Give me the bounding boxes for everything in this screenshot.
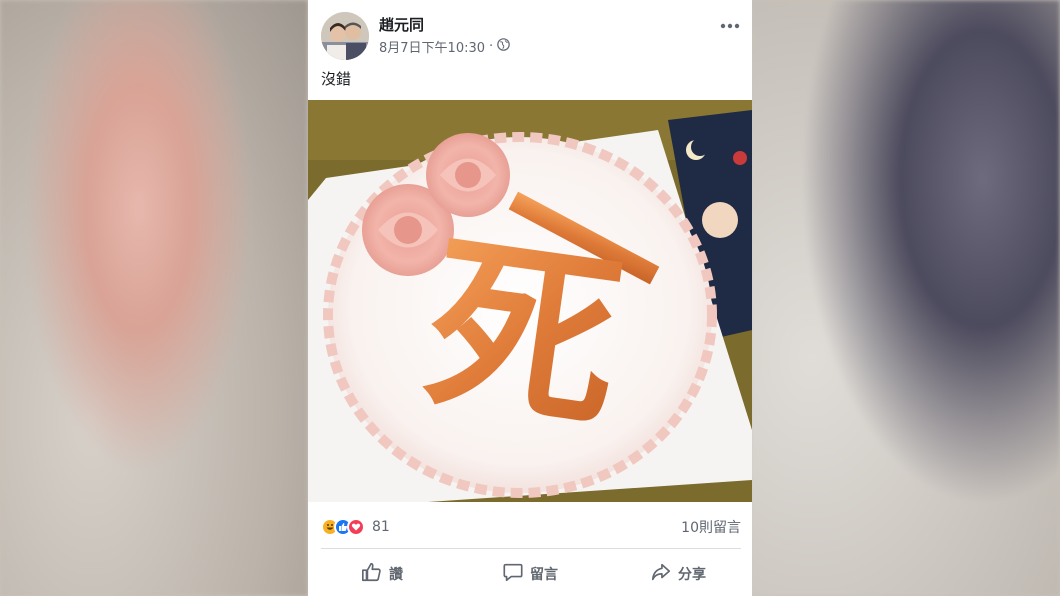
divider xyxy=(321,548,741,549)
avatar[interactable] xyxy=(321,12,369,60)
reaction-icons[interactable] xyxy=(321,518,365,536)
love-icon xyxy=(347,518,365,536)
post-meta: 8月7日下午10:30 · xyxy=(379,37,510,56)
share-button[interactable]: 分享 xyxy=(604,561,752,587)
like-button[interactable]: 讚 xyxy=(308,561,456,587)
reaction-count[interactable]: 81 xyxy=(372,519,390,535)
thumbs-up-icon xyxy=(361,561,383,587)
comment-button[interactable]: 留言 xyxy=(456,561,604,587)
comment-count[interactable]: 10則留言 xyxy=(681,517,741,537)
facebook-post: 趙元同 8月7日下午10:30 · 沒錯 死 81 10則留言 讚 留言 分享 xyxy=(308,0,752,596)
share-label: 分享 xyxy=(678,567,706,583)
comment-bubble-icon xyxy=(502,561,524,587)
post-photo[interactable]: 死 xyxy=(308,100,752,502)
globe-icon[interactable] xyxy=(497,38,510,55)
share-arrow-icon xyxy=(650,561,672,587)
like-label: 讚 xyxy=(389,567,403,583)
more-dots-icon[interactable] xyxy=(718,16,742,36)
action-bar: 讚 留言 分享 xyxy=(308,554,752,594)
reactions-row: 81 10則留言 xyxy=(321,516,741,538)
blurred-background-right xyxy=(750,0,1060,596)
author-name[interactable]: 趙元同 xyxy=(379,14,424,35)
cake-character: 死 xyxy=(414,210,633,457)
post-timestamp[interactable]: 8月7日下午10:30 xyxy=(379,37,485,56)
meta-separator: · xyxy=(489,39,494,54)
comment-label: 留言 xyxy=(530,567,558,583)
blurred-background-left xyxy=(0,0,308,596)
post-caption: 沒錯 xyxy=(321,70,352,88)
post-header: 趙元同 8月7日下午10:30 · xyxy=(308,0,752,64)
